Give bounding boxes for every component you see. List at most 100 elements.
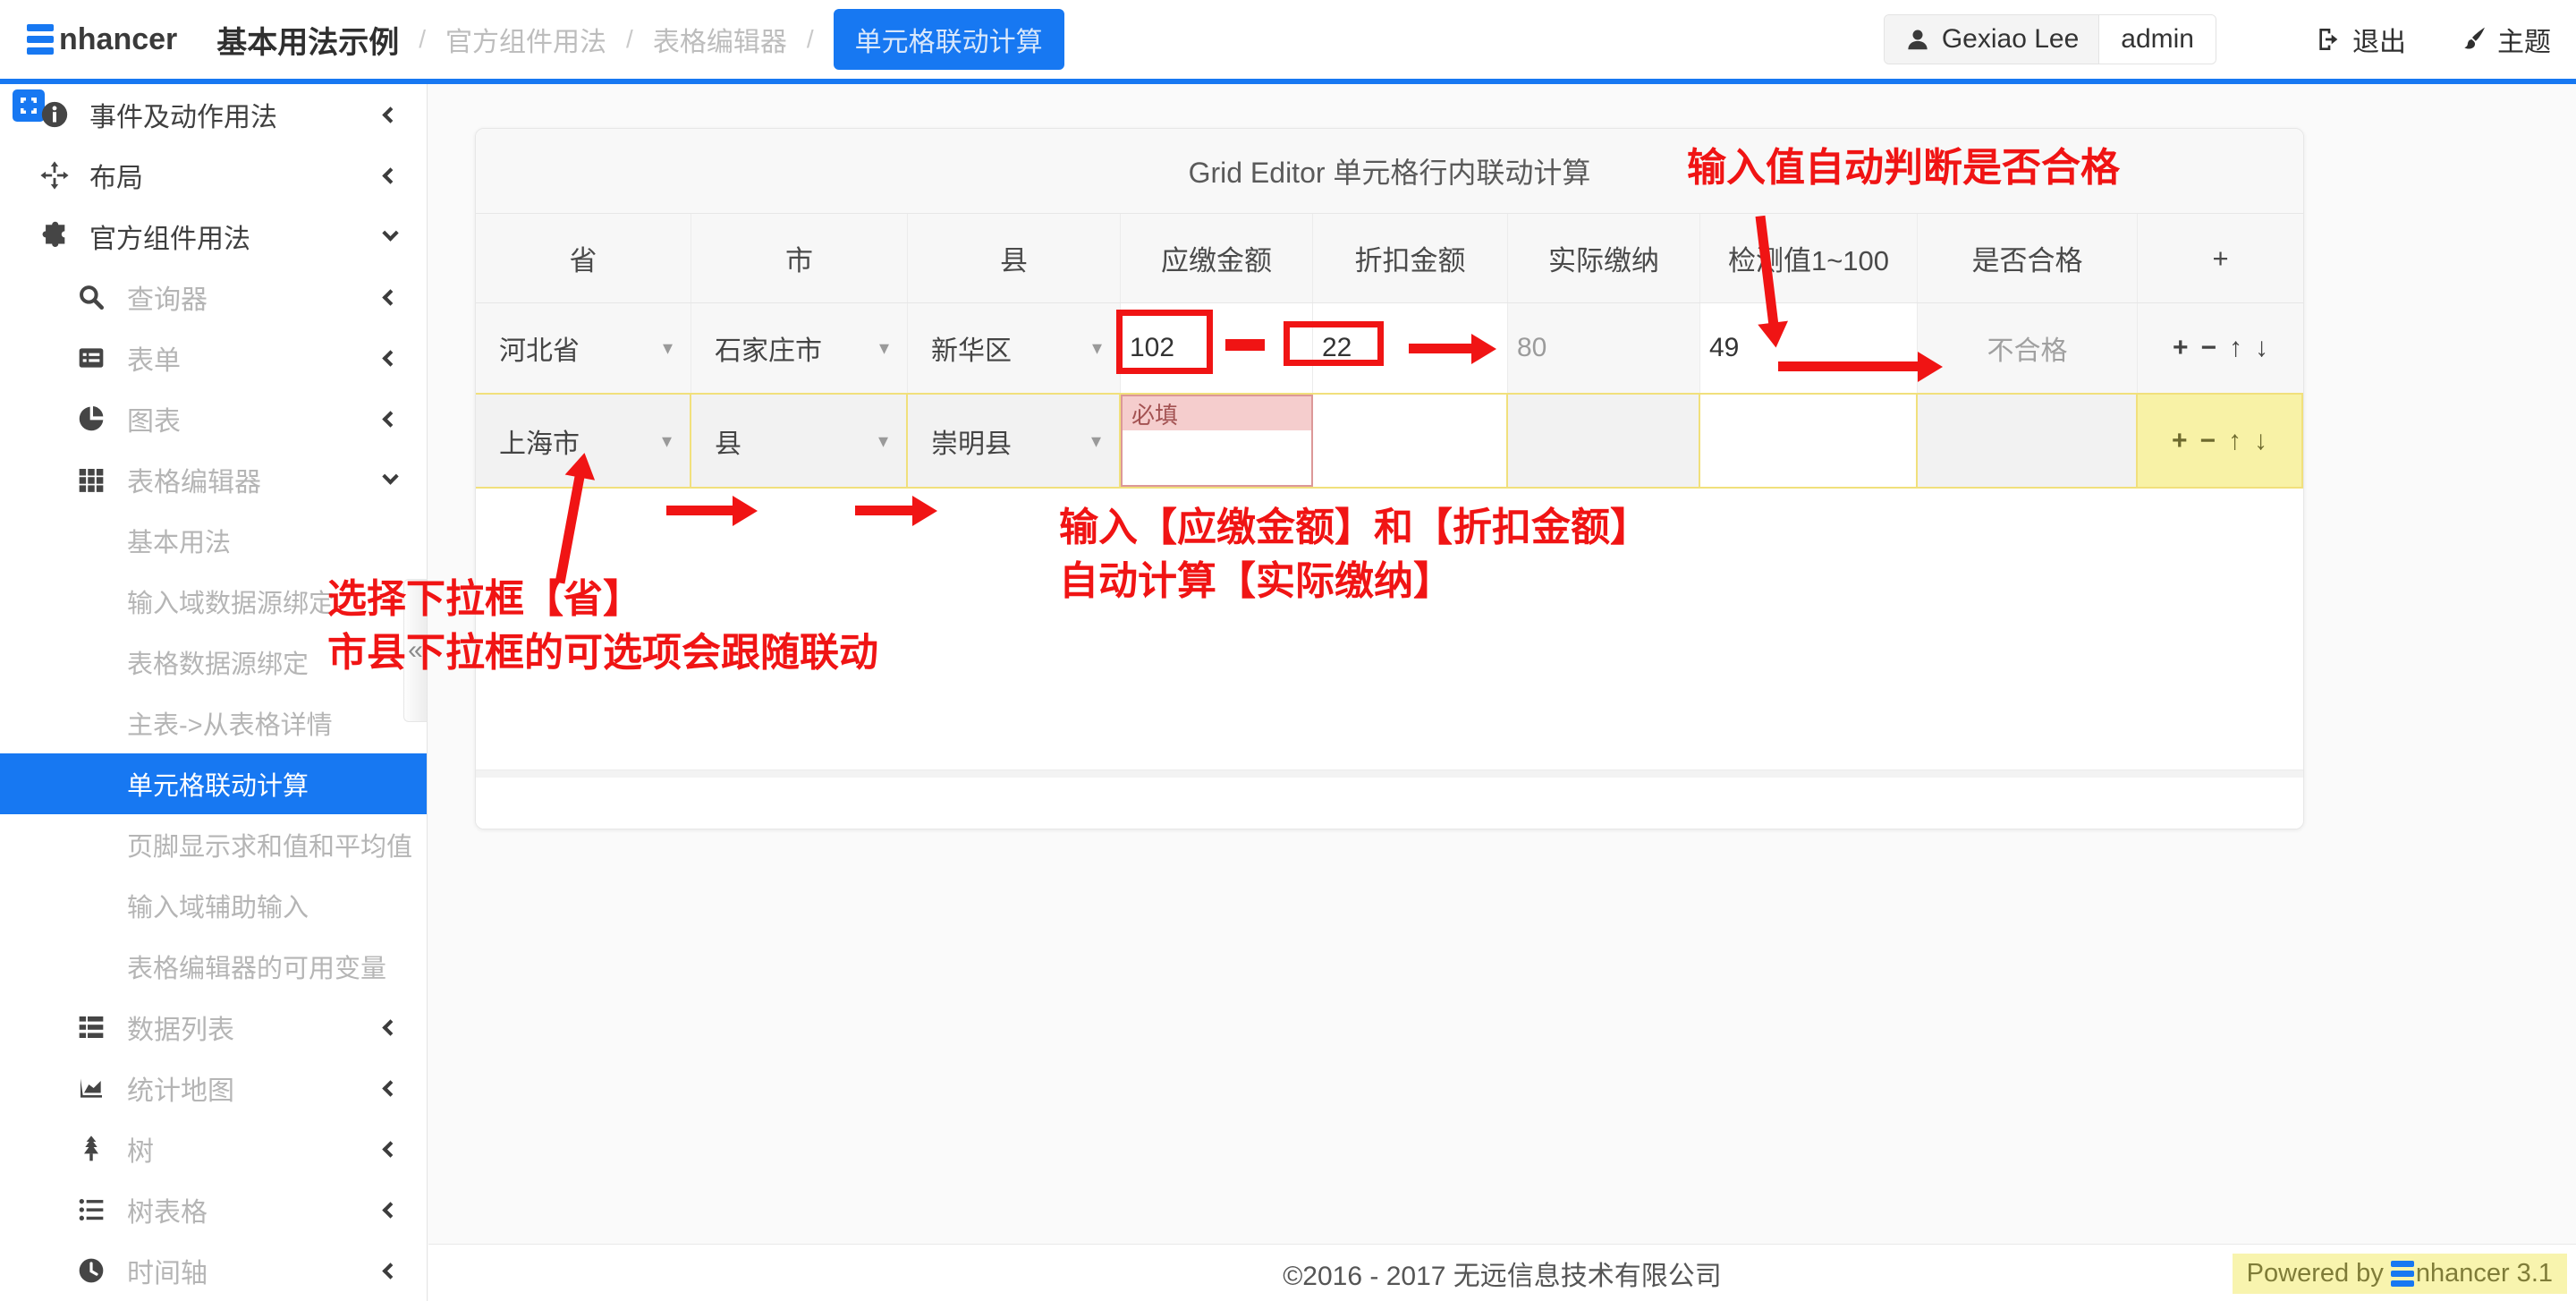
sidebar-item-timeline[interactable]: 时间轴 bbox=[0, 1240, 427, 1301]
paint-brush-icon bbox=[2460, 25, 2488, 54]
city-dropdown[interactable]: 县 ▾ bbox=[691, 395, 908, 487]
sidebar-item-cell-linkage-calc[interactable]: 单元格联动计算 bbox=[0, 753, 427, 814]
discount-input[interactable] bbox=[1313, 395, 1508, 487]
move-up-button[interactable]: ↑ bbox=[2229, 333, 2242, 363]
chevron-left-icon bbox=[382, 1263, 398, 1279]
qualified-value: 不合格 bbox=[1918, 303, 2138, 393]
add-row-button[interactable]: + bbox=[2173, 333, 2189, 363]
page: nhancer 基本用法示例 / 官方组件用法 / 表格编辑器 / 单元格联动计… bbox=[0, 0, 2576, 1301]
dropdown-arrow-icon: ▾ bbox=[662, 429, 672, 453]
row-action-buttons: + − ↑ ↓ bbox=[2138, 303, 2303, 393]
enhancer-logo-icon bbox=[27, 24, 54, 55]
sidebar-item-charts[interactable]: 图表 bbox=[0, 388, 427, 449]
chevron-left-icon bbox=[382, 1202, 398, 1218]
copyright-text: ©2016 - 2017 无远信息技术有限公司 bbox=[1283, 1254, 1722, 1293]
dropdown-arrow-icon: ▾ bbox=[1091, 429, 1101, 453]
qualified-value bbox=[1918, 395, 2138, 487]
column-header-check-value: 检测值1~100 bbox=[1700, 214, 1918, 302]
column-header-add[interactable]: + bbox=[2138, 214, 2303, 302]
sidebar-item-footer-sum-avg[interactable]: 页脚显示求和值和平均值 bbox=[0, 814, 427, 875]
remove-row-button[interactable]: − bbox=[2200, 426, 2216, 456]
logout-label: 退出 bbox=[2352, 20, 2406, 59]
sidebar-item-master-detail[interactable]: 主表->从表格详情 bbox=[0, 693, 427, 753]
theme-button[interactable]: 主题 bbox=[2460, 20, 2551, 59]
info-icon bbox=[39, 99, 72, 130]
sidebar-item-input-assist[interactable]: 输入域辅助输入 bbox=[0, 875, 427, 936]
sidebar-item-query-builder[interactable]: 查询器 bbox=[0, 267, 427, 327]
dropdown-arrow-icon: ▾ bbox=[663, 336, 673, 360]
chevron-left-icon bbox=[382, 1019, 398, 1035]
grid-pager-bar bbox=[476, 778, 2303, 829]
form-icon bbox=[77, 344, 109, 372]
sidebar-item-events-actions[interactable]: 事件及动作用法 bbox=[0, 84, 427, 145]
enhancer-logo-icon bbox=[2391, 1261, 2414, 1287]
column-header-qualified: 是否合格 bbox=[1918, 214, 2138, 302]
user-icon bbox=[1904, 26, 1931, 53]
province-dropdown[interactable]: 河北省 ▾ bbox=[476, 303, 691, 393]
grid-title: Grid Editor 单元格行内联动计算 bbox=[476, 129, 2303, 214]
sidebar-collapse-handle[interactable]: « bbox=[403, 579, 427, 722]
clock-icon bbox=[77, 1256, 109, 1285]
breadcrumb-separator: / bbox=[626, 25, 633, 54]
chevron-left-icon bbox=[382, 1080, 398, 1096]
app-logo[interactable]: nhancer bbox=[27, 22, 177, 57]
payable-input[interactable]: 102 bbox=[1121, 303, 1313, 393]
province-dropdown[interactable]: 上海市 ▾ bbox=[476, 395, 691, 487]
row-action-buttons: + − ↑ ↓ bbox=[2138, 395, 2303, 487]
collapse-glyph: « bbox=[408, 635, 423, 666]
grid-divider bbox=[476, 770, 2303, 778]
column-header-county: 县 bbox=[908, 214, 1121, 302]
tree-icon bbox=[77, 1135, 109, 1163]
theme-label: 主题 bbox=[2497, 20, 2551, 59]
column-header-payable: 应缴金额 bbox=[1121, 214, 1313, 302]
header-right: Gexiao Lee admin 退出 主题 bbox=[1884, 14, 2551, 64]
sidebar-item-layout[interactable]: 布局 bbox=[0, 145, 427, 206]
chevron-left-icon bbox=[382, 1141, 398, 1157]
sidebar-item-grid-editor[interactable]: 表格编辑器 bbox=[0, 449, 427, 510]
breadcrumb-root[interactable]: 基本用法示例 bbox=[216, 18, 399, 62]
logout-button[interactable]: 退出 bbox=[2315, 20, 2406, 59]
sidebar-item-official-components[interactable]: 官方组件用法 bbox=[0, 206, 427, 267]
sidebar-item-tree-table[interactable]: 树表格 bbox=[0, 1179, 427, 1240]
actual-paid-value bbox=[1508, 395, 1700, 487]
move-up-button[interactable]: ↑ bbox=[2228, 426, 2241, 456]
column-header-actual: 实际缴纳 bbox=[1508, 214, 1700, 302]
area-chart-icon bbox=[77, 1074, 109, 1102]
sidebar-item-input-datasource-binding[interactable]: 输入域数据源绑定 bbox=[0, 571, 427, 632]
breadcrumb-item-components[interactable]: 官方组件用法 bbox=[445, 20, 606, 59]
sidebar-item-tree[interactable]: 树 bbox=[0, 1118, 427, 1179]
grid-empty-area bbox=[476, 489, 2303, 770]
grid-editor-card: Grid Editor 单元格行内联动计算 省 市 县 应缴金额 折扣金额 实际… bbox=[475, 128, 2304, 829]
sidebar-item-grid-variables[interactable]: 表格编辑器的可用变量 bbox=[0, 936, 427, 997]
sidebar: 事件及动作用法 布局 官方组件用法 查询器 bbox=[0, 84, 428, 1301]
user-menu[interactable]: Gexiao Lee admin bbox=[1884, 14, 2216, 64]
payable-input-field[interactable] bbox=[1123, 430, 1311, 485]
payable-input-required[interactable]: 必填 bbox=[1121, 395, 1313, 487]
powered-by-badge[interactable]: Powered by nhancer 3.1 bbox=[2233, 1254, 2567, 1294]
sidebar-item-statistical-map[interactable]: 统计地图 bbox=[0, 1058, 427, 1118]
move-down-button[interactable]: ↓ bbox=[2255, 333, 2268, 363]
sidebar-item-basic-usage[interactable]: 基本用法 bbox=[0, 510, 427, 571]
sidebar-item-form[interactable]: 表单 bbox=[0, 327, 427, 388]
check-value-input[interactable]: 49 bbox=[1700, 303, 1918, 393]
user-name: Gexiao Lee bbox=[1942, 24, 2079, 55]
chevron-down-icon bbox=[382, 225, 398, 241]
dropdown-arrow-icon: ▾ bbox=[879, 336, 889, 360]
move-down-button[interactable]: ↓ bbox=[2254, 426, 2267, 456]
column-header-province: 省 bbox=[476, 214, 691, 302]
add-row-button[interactable]: + bbox=[2172, 426, 2188, 456]
sidebar-item-data-list[interactable]: 数据列表 bbox=[0, 997, 427, 1058]
sidebar-item-grid-datasource-binding[interactable]: 表格数据源绑定 bbox=[0, 632, 427, 693]
discount-input[interactable]: 22 bbox=[1313, 303, 1508, 393]
county-dropdown[interactable]: 新华区 ▾ bbox=[908, 303, 1121, 393]
breadcrumb-active-tab[interactable]: 单元格联动计算 bbox=[834, 9, 1064, 70]
remove-row-button[interactable]: − bbox=[2201, 333, 2217, 363]
search-icon bbox=[77, 283, 109, 311]
table-row-editing: 上海市 ▾ 县 ▾ 崇明县 ▾ 必填 + − ↑ ↓ bbox=[476, 393, 2303, 489]
column-header-city: 市 bbox=[691, 214, 908, 302]
breadcrumb: 基本用法示例 / 官方组件用法 / 表格编辑器 / 单元格联动计算 bbox=[216, 9, 1063, 70]
city-dropdown[interactable]: 石家庄市 ▾ bbox=[691, 303, 908, 393]
county-dropdown[interactable]: 崇明县 ▾ bbox=[908, 395, 1121, 487]
breadcrumb-item-grid-editor[interactable]: 表格编辑器 bbox=[653, 20, 787, 59]
check-value-input[interactable] bbox=[1700, 395, 1918, 487]
